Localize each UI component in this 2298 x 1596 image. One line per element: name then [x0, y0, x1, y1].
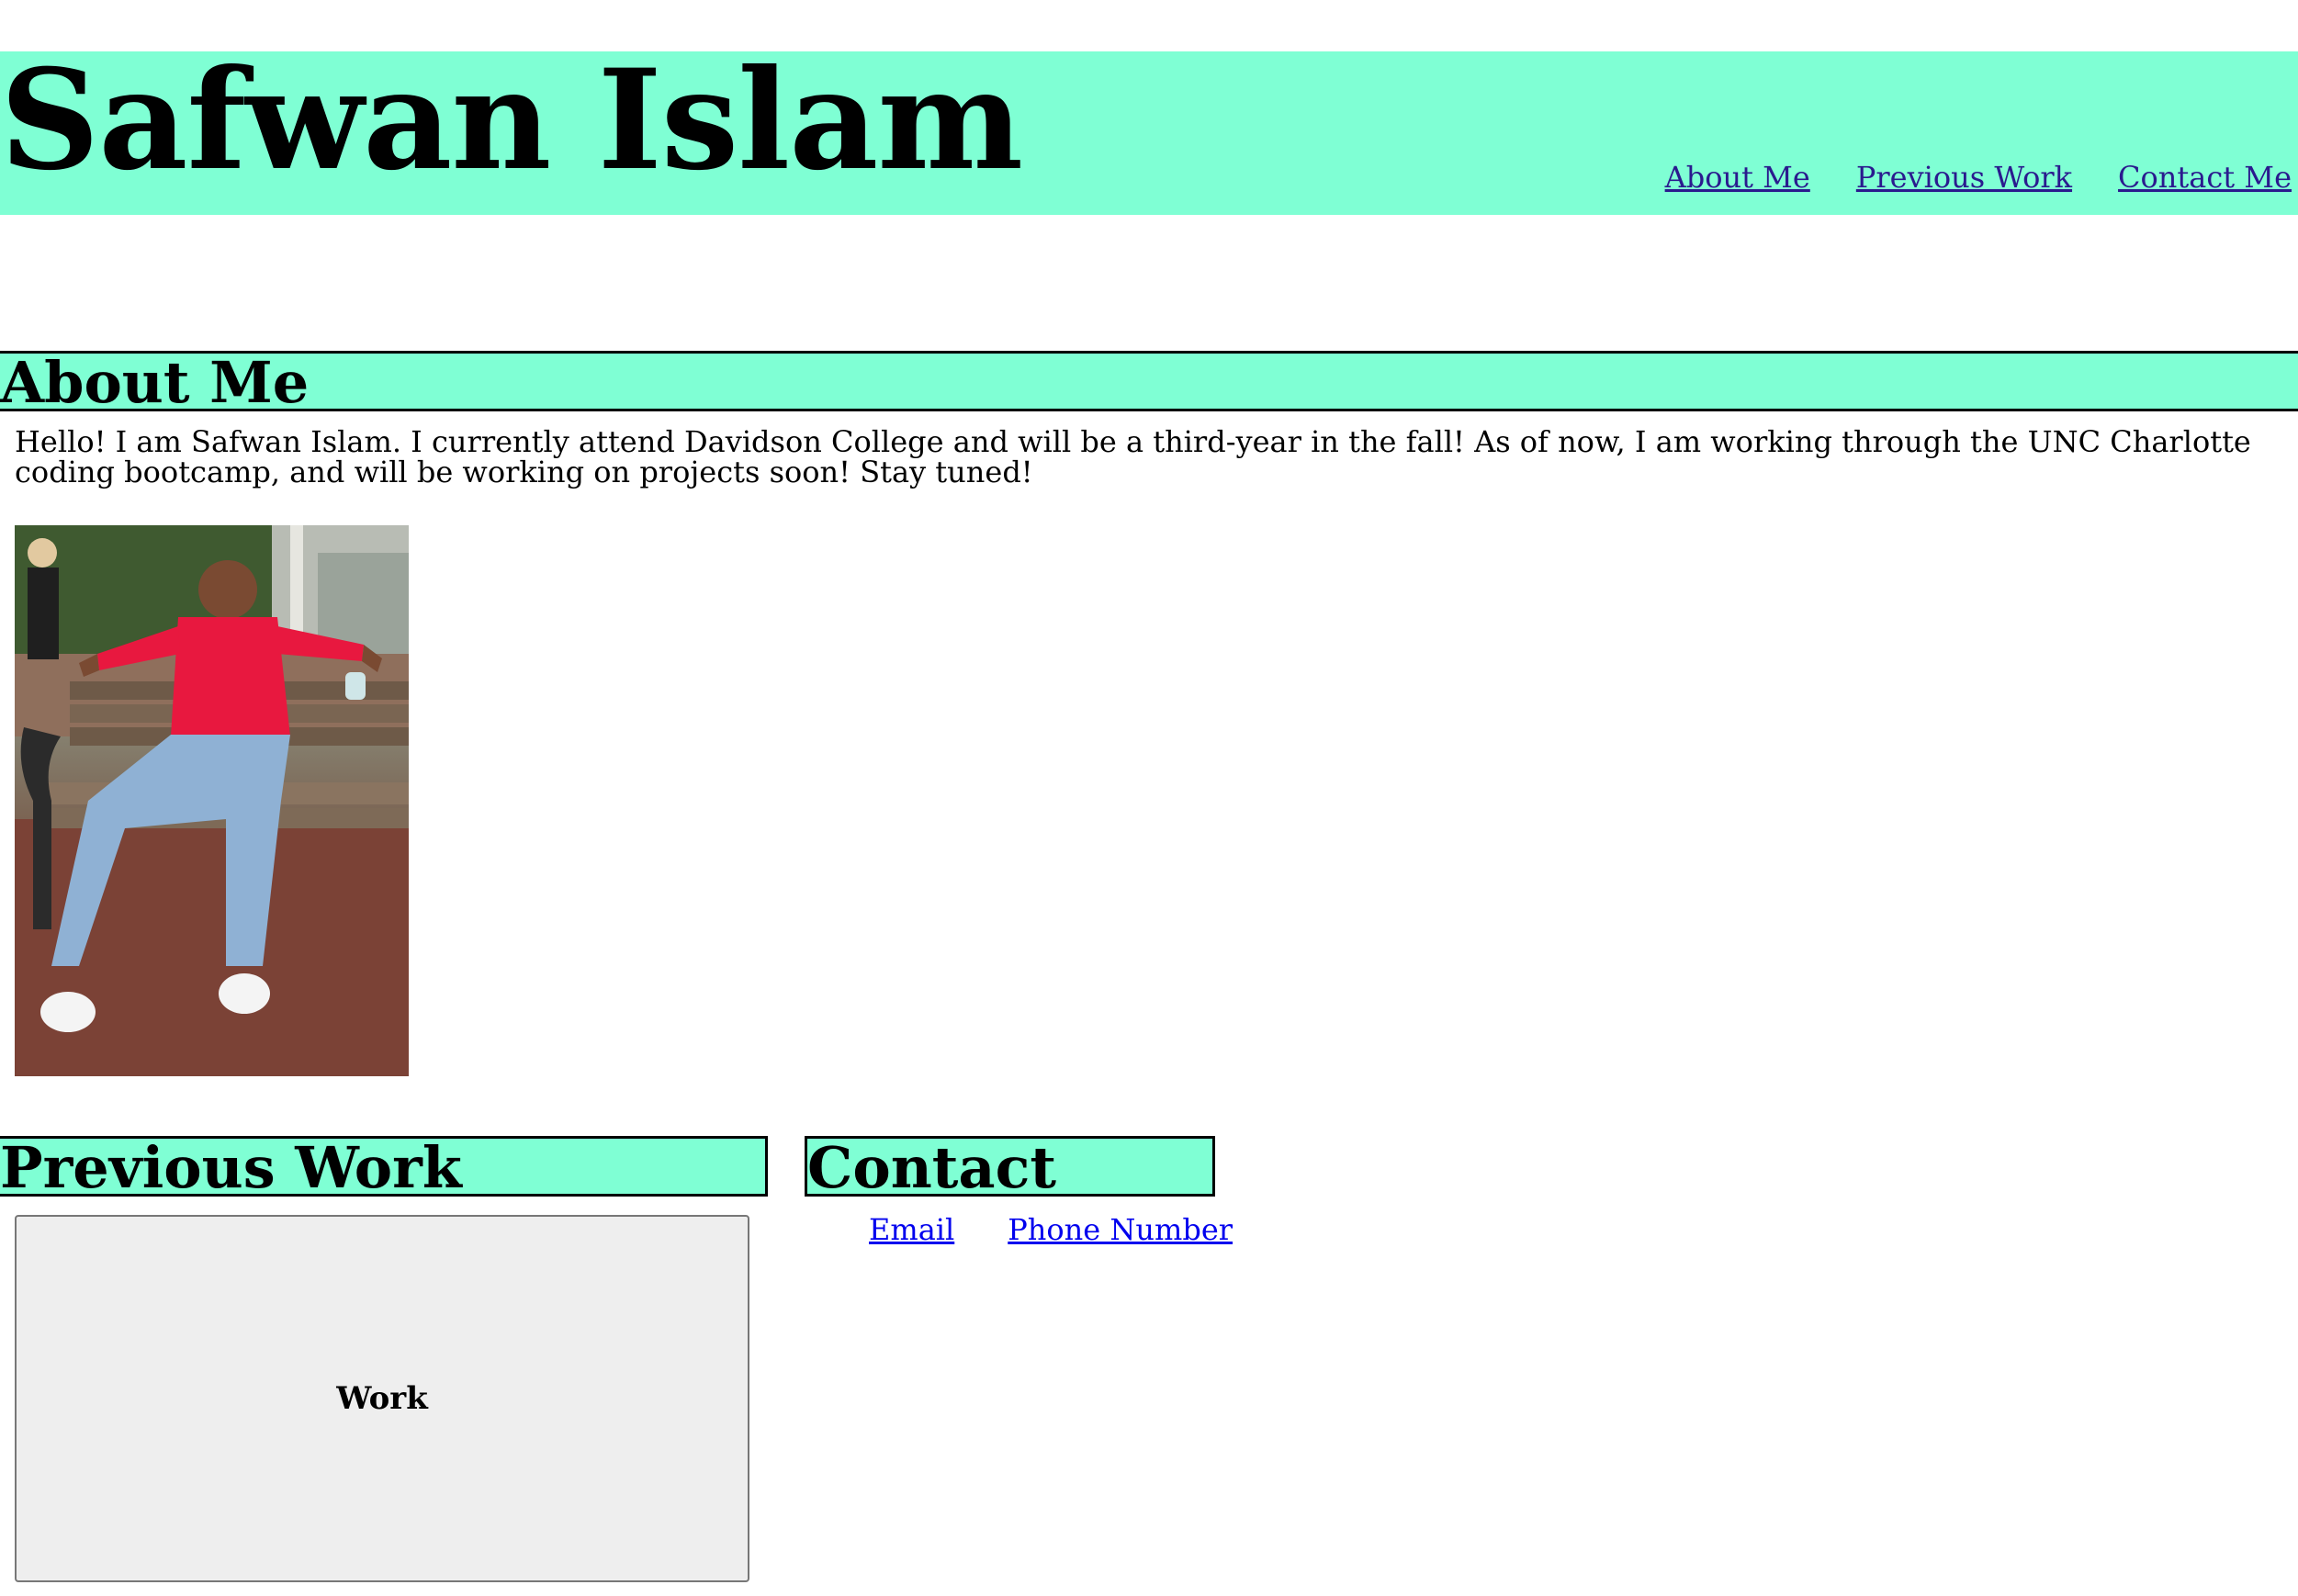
contact-heading: Contact	[805, 1136, 1215, 1197]
previous-work-heading: Previous Work	[0, 1136, 768, 1197]
nav-link-contact-me[interactable]: Contact Me	[2118, 160, 2292, 195]
profile-photo-illustration	[15, 525, 409, 1076]
site-title: Safwan Islam	[0, 39, 1023, 201]
nav-link-about-me[interactable]: About Me	[1665, 160, 1810, 195]
contact-links: Email Phone Number	[869, 1212, 1233, 1247]
about-me-heading: About Me	[0, 351, 2298, 411]
work-card[interactable]: Work	[15, 1215, 749, 1582]
phone-number-link[interactable]: Phone Number	[1008, 1212, 1233, 1247]
main-nav: About Me Previous Work Contact Me	[1665, 160, 2292, 195]
email-link[interactable]: Email	[869, 1212, 954, 1247]
work-card-label: Work	[336, 1380, 428, 1417]
about-me-text: Hello! I am Safwan Islam. I currently at…	[15, 424, 2251, 489]
profile-photo	[15, 525, 409, 1076]
site-header: Safwan Islam About Me Previous Work Cont…	[0, 51, 2298, 215]
nav-link-previous-work[interactable]: Previous Work	[1856, 160, 2072, 195]
